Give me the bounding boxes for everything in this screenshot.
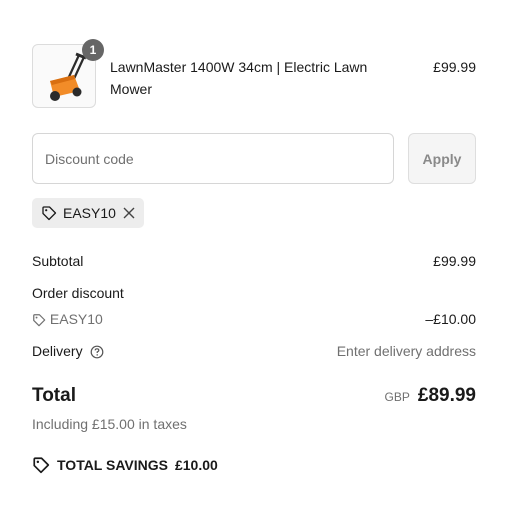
- order-discount-value: –£10.00: [425, 311, 476, 327]
- total-savings-label: TOTAL SAVINGS: [57, 457, 168, 473]
- order-discount-label: Order discount: [32, 285, 124, 301]
- delivery-row: Delivery Enter delivery address: [32, 341, 476, 361]
- close-icon: [123, 207, 135, 219]
- subtotal-row: Subtotal £99.99: [32, 251, 476, 271]
- product-name: LawnMaster 1400W 34cm | Electric Lawn Mo…: [110, 59, 368, 97]
- order-discount-code: EASY10: [49, 311, 103, 327]
- apply-discount-button[interactable]: Apply: [408, 133, 476, 184]
- tag-icon: [32, 456, 50, 474]
- tag-icon: [32, 313, 46, 327]
- delivery-label: Delivery: [32, 343, 83, 359]
- order-discount-row: Order discount: [32, 283, 476, 303]
- taxes-note: Including £15.00 in taxes: [32, 416, 187, 432]
- total-row: Total GBP £89.99: [32, 384, 476, 408]
- applied-discount-code: EASY10: [63, 205, 116, 221]
- total-savings: TOTAL SAVINGS £10.00: [32, 456, 218, 474]
- remove-discount-button[interactable]: [122, 206, 136, 220]
- subtotal-value: £99.99: [433, 253, 476, 269]
- order-discount-code-row: EASY10 –£10.00: [32, 309, 476, 329]
- tag-icon: [41, 205, 57, 221]
- discount-code-input[interactable]: [32, 133, 394, 184]
- help-icon[interactable]: [90, 345, 104, 359]
- total-value: £89.99: [417, 385, 476, 406]
- product-image: 1: [32, 39, 104, 108]
- total-currency: GBP: [384, 390, 410, 404]
- subtotal-label: Subtotal: [32, 253, 84, 269]
- total-label: Total: [32, 385, 76, 406]
- delivery-value: Enter delivery address: [336, 343, 476, 359]
- product-price: £99.99: [433, 59, 476, 75]
- quantity-badge: 1: [82, 39, 104, 61]
- applied-discount-chip: EASY10: [32, 198, 144, 228]
- lawn-mower-icon: [50, 52, 87, 101]
- line-item: 1 LawnMaster 1400W 34cm | Electric Lawn …: [32, 39, 476, 108]
- total-savings-value: £10.00: [174, 457, 218, 473]
